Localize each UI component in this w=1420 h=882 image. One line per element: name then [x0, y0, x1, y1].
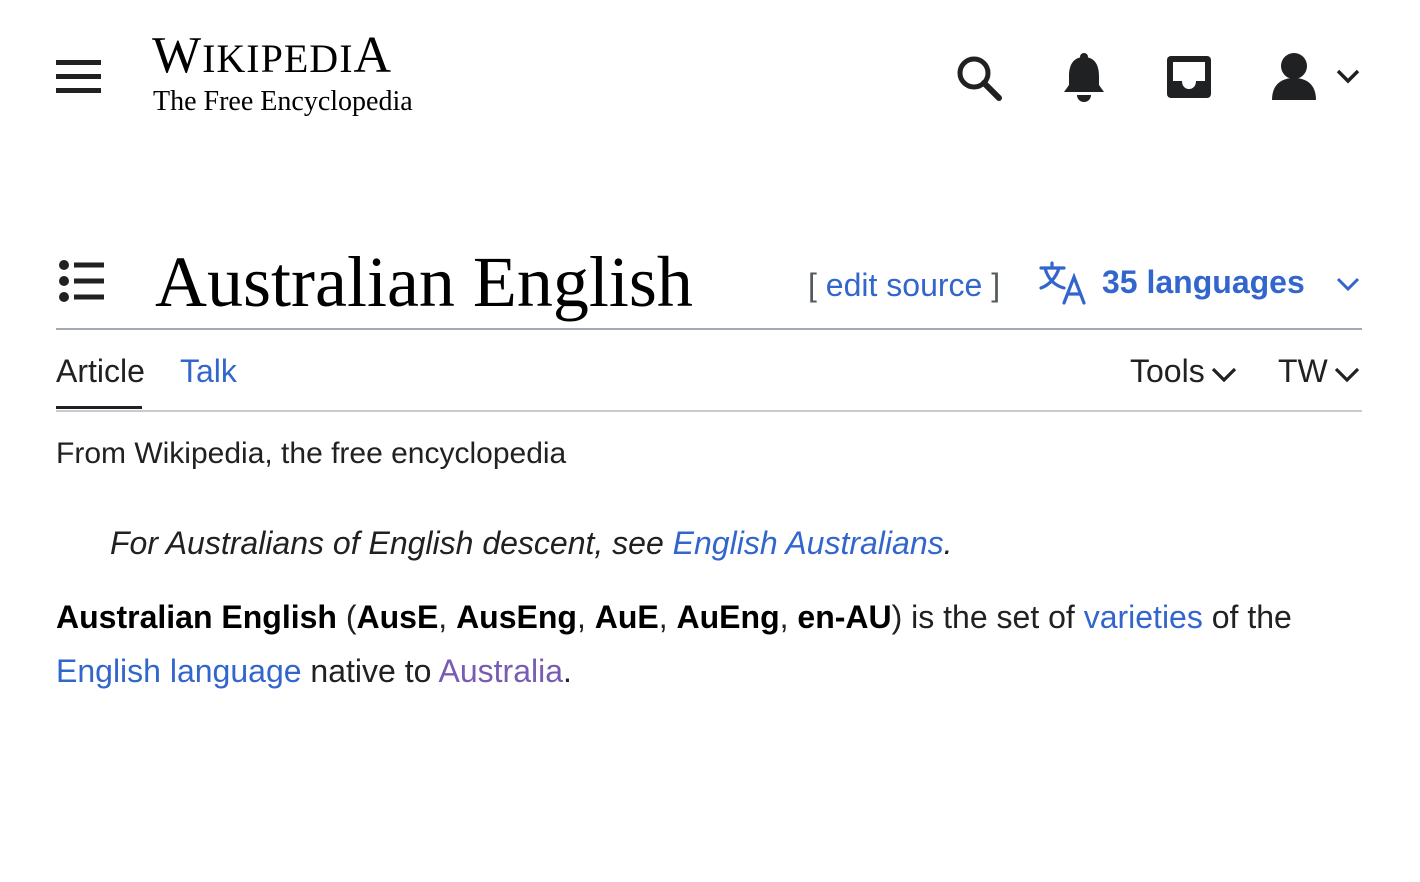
list-icon [59, 260, 104, 302]
bell-icon[interactable] [1060, 52, 1108, 102]
wordmark-first: W [152, 27, 203, 84]
text-run: of the [1202, 599, 1292, 635]
chevron-down-icon [1336, 69, 1360, 84]
wikipedia-wordmark[interactable]: WIKIPEDIA [152, 26, 392, 89]
menu-icon [56, 60, 101, 65]
text-run: , [576, 599, 595, 635]
text-run: ) is the set of [891, 599, 1084, 635]
australia-link[interactable]: Australia [439, 653, 564, 689]
translate-icon [1039, 261, 1086, 305]
search-icon[interactable] [954, 53, 1004, 103]
text-run: , [658, 599, 677, 635]
site-subtitle: From Wikipedia, the free encyclopedia [56, 437, 567, 470]
tw-label: TW [1278, 353, 1328, 389]
chevron-down-icon [1211, 367, 1236, 382]
text-run: ( [336, 599, 357, 635]
english-australians-link[interactable]: English Australians [673, 525, 944, 561]
menu-icon-bar [56, 74, 101, 79]
twinkle-dropdown[interactable]: TW [1278, 351, 1360, 391]
bold-term: en-AU [797, 599, 892, 635]
tools-dropdown[interactable]: Tools [1130, 351, 1237, 391]
tab-article[interactable]: Article [56, 351, 145, 391]
menu-icon-bar [56, 88, 101, 93]
bold-term: AusEng [456, 599, 577, 635]
inbox-icon[interactable] [1164, 53, 1214, 101]
table-of-contents-button[interactable] [58, 260, 108, 302]
wordmark-last: A [353, 27, 393, 84]
tools-label: Tools [1130, 353, 1205, 389]
edit-source-link[interactable]: edit source [826, 267, 983, 303]
bold-term: Australian English [56, 599, 337, 635]
languages-label: 35 languages [1102, 264, 1305, 300]
user-menu[interactable] [1268, 50, 1364, 102]
text-run: native to [301, 653, 439, 689]
text-run: , [438, 599, 457, 635]
wordmark-mid: IKIPEDI [202, 36, 354, 81]
text-run: , [779, 599, 798, 635]
hatnote-text: For Australians of English descent, see [110, 525, 673, 561]
varieties-link[interactable]: varieties [1084, 599, 1203, 635]
text-run: . [563, 653, 572, 689]
hatnote-period: . [943, 525, 953, 561]
lead-paragraph: Australian English (AusE, AusEng, AuE, A… [56, 590, 1366, 698]
user-icon [1272, 53, 1316, 100]
main-menu-button[interactable] [56, 58, 102, 96]
bold-term: AuE [594, 599, 659, 635]
wikipedia-tagline[interactable]: The Free Encyclopedia [153, 86, 413, 118]
tabs-divider [56, 410, 1362, 412]
tab-talk[interactable]: Talk [180, 351, 237, 391]
tab-article-active-indicator [56, 406, 142, 409]
chevron-down-icon [1336, 277, 1360, 292]
hatnote: For Australians of English descent, see … [110, 522, 953, 564]
english-language-link[interactable]: English language [56, 653, 302, 689]
page-title: Australian English [155, 242, 693, 322]
edit-bracket-open: [ [808, 267, 817, 303]
title-divider [56, 328, 1362, 330]
edit-section: [ edit source ] [808, 266, 1000, 304]
bold-term: AusE [356, 599, 439, 635]
bold-term: AuEng [676, 599, 780, 635]
chevron-down-icon [1334, 367, 1359, 382]
edit-bracket-close: ] [991, 267, 1001, 303]
